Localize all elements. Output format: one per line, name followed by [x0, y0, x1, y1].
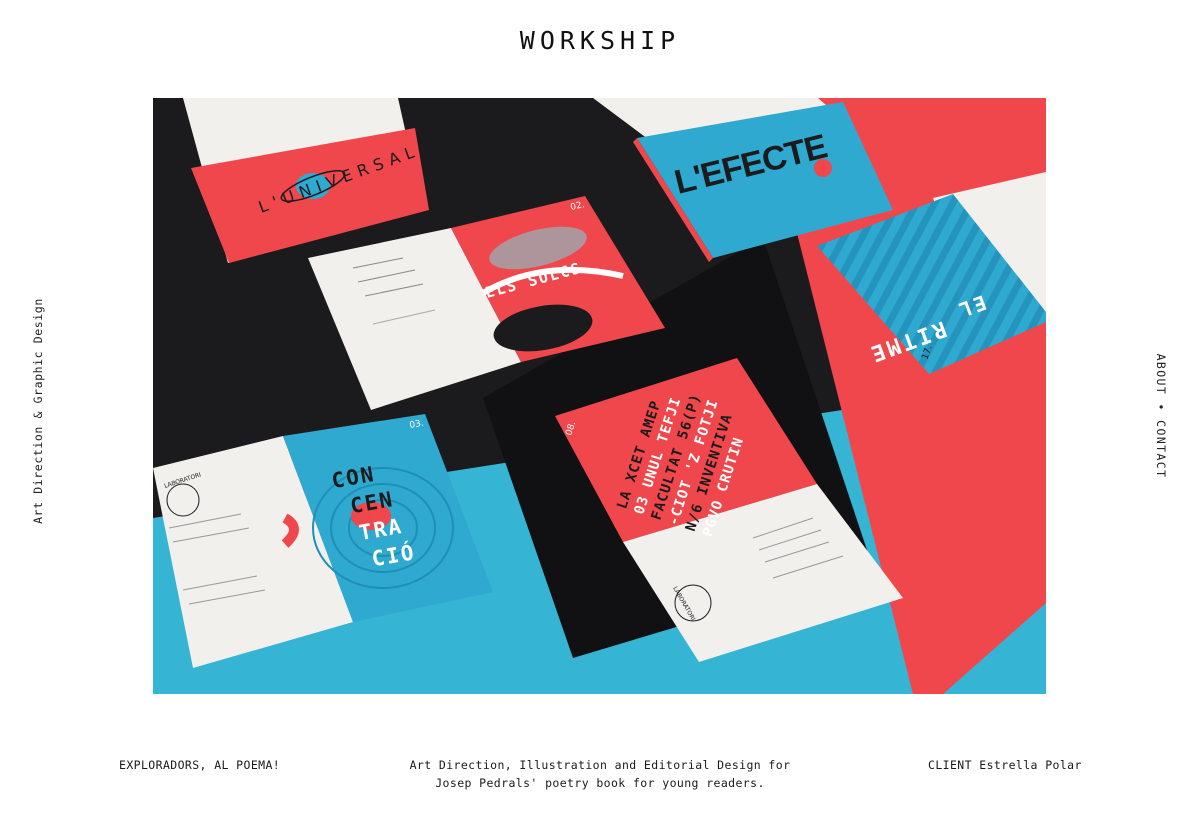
side-nav: ABOUT • CONTACT	[1154, 354, 1168, 479]
hero-image: L'UNIVERSAL 02. ELS SOLCS L'EFECTE EL RI…	[153, 98, 1046, 694]
project-title: EXPLORADORS, AL POEMA!	[119, 758, 281, 772]
client-info: CLIENT Estrella Polar	[928, 756, 1082, 774]
project-description: Art Direction, Illustration and Editoria…	[380, 756, 820, 792]
client-label: CLIENT	[928, 758, 972, 772]
description-line-2: Josep Pedrals' poetry book for young rea…	[435, 776, 765, 790]
site-title[interactable]: WORKSHIP	[0, 26, 1200, 55]
nav-separator: •	[1154, 403, 1168, 412]
contact-link[interactable]: CONTACT	[1154, 420, 1168, 478]
about-link[interactable]: ABOUT	[1154, 354, 1168, 396]
client-name: Estrella Polar	[979, 758, 1082, 772]
description-line-1: Art Direction, Illustration and Editoria…	[409, 758, 791, 772]
tagline: Art Direction & Graphic Design	[31, 298, 45, 524]
